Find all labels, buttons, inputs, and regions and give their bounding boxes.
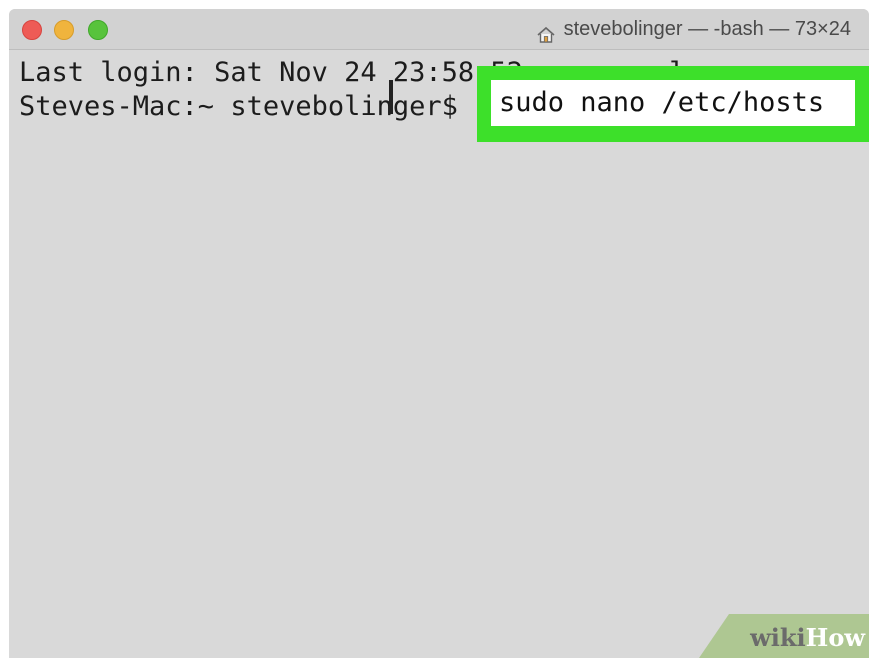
watermark-how: How (805, 623, 865, 652)
text-cursor (389, 80, 393, 114)
command-highlight-box: sudo nano /etc/hosts (477, 66, 869, 142)
terminal-content[interactable]: Last login: Sat Nov 24 23:58:52 on conso… (9, 50, 869, 658)
screenshot-frame: stevebolinger — -bash — 73×24 Last login… (0, 0, 870, 658)
wikihow-watermark: wikiHow (699, 614, 869, 658)
command-highlight-inner: sudo nano /etc/hosts (491, 80, 855, 126)
title-bar[interactable]: stevebolinger — -bash — 73×24 (9, 9, 869, 50)
terminal-window: stevebolinger — -bash — 73×24 Last login… (9, 9, 869, 658)
window-title-text: stevebolinger — -bash — 73×24 (563, 18, 851, 40)
command-text: sudo nano /etc/hosts (499, 87, 825, 118)
window-title: stevebolinger — -bash — 73×24 (536, 9, 851, 49)
maximize-button[interactable] (88, 20, 108, 40)
home-icon (536, 19, 556, 43)
watermark-wiki: wiki (750, 623, 806, 652)
minimize-button[interactable] (54, 20, 74, 40)
close-button[interactable] (22, 20, 42, 40)
